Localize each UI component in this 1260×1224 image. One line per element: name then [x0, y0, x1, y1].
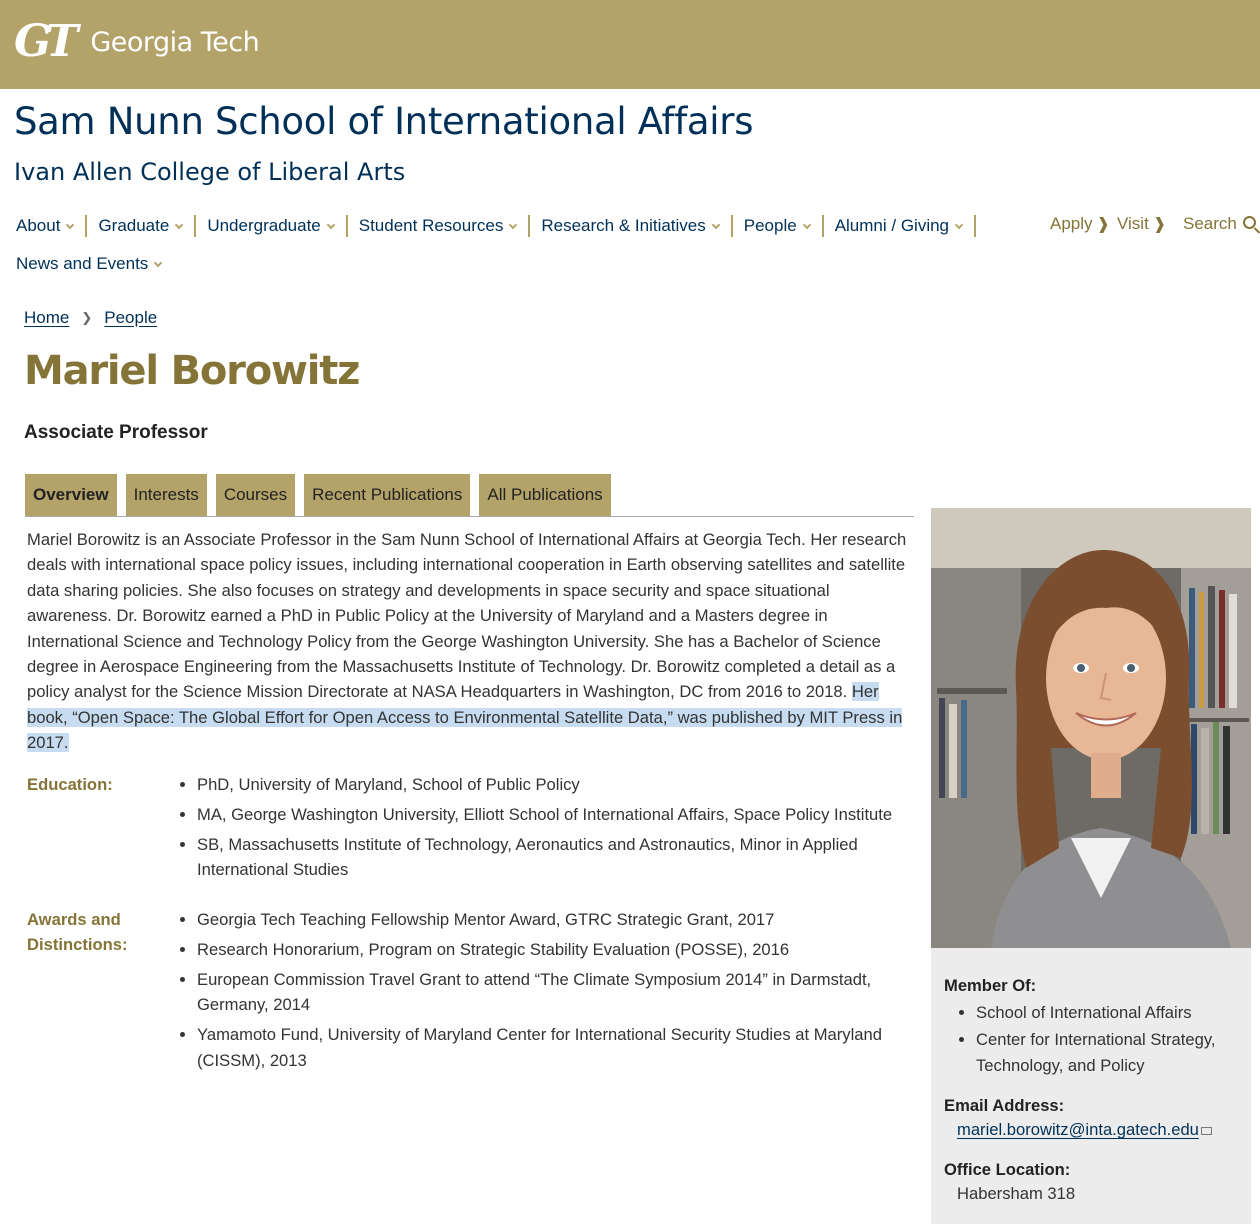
awards-label: Awards and Distinctions:	[27, 910, 128, 955]
nav-item-undergraduate[interactable]: Undergraduate	[207, 216, 335, 236]
search-icon	[1242, 215, 1256, 229]
nav-item-alumni-giving[interactable]: Alumni / Giving	[834, 216, 964, 236]
chevron-down-icon	[711, 220, 720, 229]
list-item: European Commission Travel Grant to atte…	[197, 967, 915, 1018]
nav-label: Alumni / Giving	[834, 216, 950, 235]
profile-sidebar: Member Of: School of International Affai…	[931, 948, 1251, 1224]
nav-divider	[194, 215, 197, 237]
list-item: MA, George Washington University, Elliot…	[197, 802, 915, 827]
tab-courses[interactable]: Courses	[215, 474, 296, 516]
nav-divider	[730, 215, 733, 237]
chevron-down-icon	[509, 220, 518, 229]
chevron-down-icon	[326, 220, 335, 229]
list-item: Yamamoto Fund, University of Maryland Ce…	[197, 1022, 915, 1073]
nav-label: About	[16, 216, 61, 235]
nav-label: Student Resources	[358, 216, 504, 235]
member-of-label: Member Of:	[944, 976, 1037, 995]
nav-item-about[interactable]: About	[16, 216, 75, 236]
main-nav-row-2: News and Events	[16, 254, 163, 274]
nav-label: Research & Initiatives	[541, 216, 706, 235]
nav-item-student-resources[interactable]: Student Resources	[358, 216, 518, 236]
list-item: SB, Massachusetts Institute of Technolog…	[197, 832, 915, 883]
chevron-down-icon	[802, 220, 811, 229]
list-item: Georgia Tech Teaching Fellowship Mentor …	[197, 907, 915, 932]
job-title: Associate Professor	[24, 422, 208, 443]
list-item: Center for International Strategy, Techn…	[976, 1027, 1241, 1078]
email-address: mariel.borowitz@inta.gatech.edu	[957, 1120, 1199, 1139]
nav-divider	[821, 215, 824, 237]
member-of-list: School of International Affairs Center f…	[976, 1000, 1241, 1080]
tab-overview[interactable]: Overview	[25, 474, 117, 516]
tab-recent-publications[interactable]: Recent Publications	[304, 474, 471, 516]
office-location: Habersham 318	[957, 1184, 1076, 1203]
list-item: Research Honorarium, Program on Strategi…	[197, 937, 915, 962]
email-link[interactable]: mariel.borowitz@inta.gatech.edu	[957, 1120, 1212, 1140]
nav-item-graduate[interactable]: Graduate	[98, 216, 184, 236]
profile-tabs: Overview Interests Courses Recent Public…	[25, 474, 914, 517]
breadcrumb-home[interactable]: Home	[24, 308, 69, 328]
bio-text: Mariel Borowitz is an Associate Professo…	[27, 530, 907, 702]
profile-photo	[931, 508, 1251, 948]
nav-label: Undergraduate	[207, 216, 321, 235]
breadcrumb: Home ❯ People	[24, 308, 157, 328]
chevron-down-icon	[154, 258, 163, 267]
nav-divider	[85, 215, 88, 237]
search-button[interactable]: Search	[1183, 214, 1256, 234]
list-item: PhD, University of Maryland, School of P…	[197, 772, 915, 797]
school-title[interactable]: Sam Nunn School of International Affairs	[14, 100, 753, 143]
gt-logo-mark: GT	[14, 16, 78, 67]
awards-section: Awards and Distinctions: Georgia Tech Te…	[27, 907, 915, 1077]
main-nav: About Graduate Undergraduate Student Res…	[16, 215, 987, 237]
nav-item-research[interactable]: Research & Initiatives	[541, 216, 720, 236]
nav-item-people[interactable]: People	[743, 216, 811, 236]
visit-label: Visit	[1117, 214, 1149, 233]
search-label: Search	[1183, 214, 1237, 233]
bio-paragraph: Mariel Borowitz is an Associate Professo…	[27, 527, 915, 756]
nav-label: Graduate	[98, 216, 170, 235]
email-label: Email Address:	[944, 1096, 1065, 1115]
education-label: Education:	[27, 775, 113, 794]
nav-divider	[528, 215, 531, 237]
education-section: Education: PhD, University of Maryland, …	[27, 772, 915, 882]
chevron-down-icon	[66, 220, 75, 229]
apply-label: Apply	[1050, 214, 1093, 233]
nav-divider	[345, 215, 348, 237]
awards-list: Georgia Tech Teaching Fellowship Mentor …	[197, 907, 915, 1077]
college-title[interactable]: Ivan Allen College of Liberal Arts	[14, 158, 405, 186]
chevron-down-icon	[954, 220, 964, 229]
education-list: PhD, University of Maryland, School of P…	[197, 772, 915, 887]
office-label: Office Location:	[944, 1160, 1071, 1179]
site-header: GT Georgia Tech	[0, 0, 1260, 89]
nav-divider	[974, 215, 977, 237]
tab-interests[interactable]: Interests	[125, 474, 207, 516]
page-title: Mariel Borowitz	[24, 348, 360, 394]
profile-photo-illustration	[931, 508, 1251, 948]
mail-icon	[1200, 1127, 1212, 1135]
nav-label: News and Events	[16, 254, 149, 273]
breadcrumb-people[interactable]: People	[104, 308, 157, 328]
list-item: School of International Affairs	[976, 1000, 1241, 1025]
gt-logo-wordmark: Georgia Tech	[90, 26, 260, 58]
chevron-right-icon: ❱	[1152, 216, 1167, 233]
chevron-down-icon	[175, 220, 184, 229]
nav-item-news-events[interactable]: News and Events	[16, 254, 163, 274]
apply-link[interactable]: Apply ❱	[1050, 214, 1110, 234]
breadcrumb-separator-icon: ❯	[81, 310, 93, 325]
georgia-tech-logo[interactable]: GT Georgia Tech	[14, 16, 260, 67]
visit-link[interactable]: Visit ❱	[1117, 214, 1166, 234]
nav-label: People	[743, 216, 797, 235]
chevron-right-icon: ❱	[1096, 216, 1110, 233]
tab-all-publications[interactable]: All Publications	[479, 474, 611, 516]
